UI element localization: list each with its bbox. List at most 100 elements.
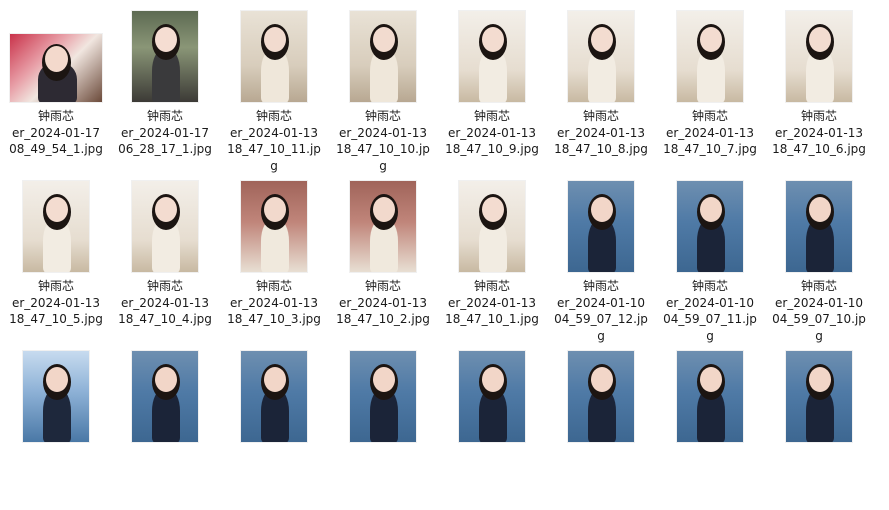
file-item[interactable]: 钟雨芯 er_2024-01-13 18_47_10_1.jpg [440, 180, 544, 340]
file-item[interactable]: 钟雨芯 er_2024-01-13 18_47_10_4.jpg [113, 180, 217, 340]
file-name-label: 钟雨芯 er_2024-01-13 18_47_10_3.jpg [216, 278, 332, 328]
image-thumbnail[interactable] [350, 181, 416, 272]
thumbnail-wrapper [222, 180, 326, 272]
image-thumbnail[interactable] [132, 181, 198, 272]
file-item[interactable]: 钟雨芯 er_2024-01-10 04_59_07_12.jp g [549, 180, 653, 343]
image-thumbnail[interactable] [677, 11, 743, 102]
thumbnail-wrapper [113, 10, 217, 102]
image-thumbnail[interactable] [132, 351, 198, 442]
file-item[interactable] [222, 350, 326, 510]
file-item[interactable] [767, 350, 871, 510]
file-name-line: 钟雨芯 [473, 109, 510, 123]
file-name-line: 钟雨芯 [364, 279, 401, 293]
thumbnail-wrapper [222, 10, 326, 102]
file-name-line: 钟雨芯 [691, 279, 728, 293]
file-name-line: er_2024-01-13 [120, 295, 210, 310]
thumbnail-wrapper [767, 180, 871, 272]
file-name-line: er_2024-01-10 [774, 295, 864, 310]
file-item[interactable]: 钟雨芯 er_2024-01-17 06_28_17_1.jpg [113, 10, 217, 170]
image-thumbnail[interactable] [10, 34, 102, 102]
file-name-line: er_2024-01-13 [229, 295, 319, 310]
image-thumbnail[interactable] [132, 11, 198, 102]
file-item[interactable]: 钟雨芯 er_2024-01-13 18_47_10_11.jp g [222, 10, 326, 173]
file-item[interactable]: 钟雨芯 er_2024-01-13 18_47_10_9.jpg [440, 10, 544, 170]
file-item[interactable]: 钟雨芯 er_2024-01-13 18_47_10_3.jpg [222, 180, 326, 340]
file-name-line: 钟雨芯 [473, 279, 510, 293]
file-name-label: 钟雨芯 er_2024-01-13 18_47_10_8.jpg [543, 108, 659, 158]
file-name-line: 钟雨芯 [800, 279, 837, 293]
file-name-line: er_2024-01-13 [665, 125, 755, 140]
image-thumbnail[interactable] [786, 11, 852, 102]
image-thumbnail[interactable] [568, 11, 634, 102]
file-item[interactable] [4, 350, 108, 510]
file-item[interactable]: 钟雨芯 er_2024-01-13 18_47_10_6.jpg [767, 10, 871, 170]
file-name-line: 06_28_17_1.jpg [118, 142, 212, 156]
file-name-line: 钟雨芯 [691, 109, 728, 123]
file-name-label: 钟雨芯 er_2024-01-13 18_47_10_10.jp g [325, 108, 441, 174]
thumbnail-wrapper [767, 10, 871, 102]
file-item[interactable] [440, 350, 544, 510]
file-name-line: er_2024-01-17 [120, 125, 210, 140]
file-item[interactable]: 钟雨芯 er_2024-01-10 04_59_07_11.jp g [658, 180, 762, 343]
thumbnail-wrapper [440, 180, 544, 272]
file-name-line: 钟雨芯 [582, 109, 619, 123]
file-item[interactable]: 钟雨芯 er_2024-01-13 18_47_10_10.jp g [331, 10, 435, 173]
file-name-line: 钟雨芯 [146, 109, 183, 123]
file-name-label: 钟雨芯 er_2024-01-13 18_47_10_6.jpg [761, 108, 877, 158]
thumbnail-wrapper [440, 10, 544, 102]
image-thumbnail[interactable] [23, 181, 89, 272]
file-item[interactable]: 钟雨芯 er_2024-01-10 04_59_07_10.jp g [767, 180, 871, 343]
image-thumbnail[interactable] [677, 181, 743, 272]
thumbnail-wrapper [331, 350, 435, 442]
image-thumbnail[interactable] [459, 11, 525, 102]
file-name-line: er_2024-01-13 [338, 295, 428, 310]
file-name-line: er_2024-01-10 [556, 295, 646, 310]
file-name-line: 04_59_07_10.jp [772, 312, 866, 326]
image-thumbnail[interactable] [459, 351, 525, 442]
file-name-line: 18_47_10_2.jpg [336, 312, 430, 326]
image-thumbnail[interactable] [568, 181, 634, 272]
thumbnail-wrapper [658, 350, 762, 442]
file-name-line: er_2024-01-13 [338, 125, 428, 140]
file-item[interactable]: 钟雨芯 er_2024-01-13 18_47_10_8.jpg [549, 10, 653, 170]
file-item[interactable] [331, 350, 435, 510]
thumbnail-wrapper [658, 10, 762, 102]
file-name-line: 钟雨芯 [146, 279, 183, 293]
file-item[interactable]: 钟雨芯 er_2024-01-13 18_47_10_5.jpg [4, 180, 108, 340]
file-name-line: er_2024-01-17 [11, 125, 101, 140]
file-item[interactable]: 钟雨芯 er_2024-01-13 18_47_10_2.jpg [331, 180, 435, 340]
thumbnail-wrapper [113, 350, 217, 442]
file-item[interactable]: 钟雨芯 er_2024-01-13 18_47_10_7.jpg [658, 10, 762, 170]
thumbnail-wrapper [331, 180, 435, 272]
image-thumbnail[interactable] [568, 351, 634, 442]
image-thumbnail[interactable] [350, 11, 416, 102]
file-name-line: 04_59_07_12.jp [554, 312, 648, 326]
file-name-line: 18_47_10_8.jpg [554, 142, 648, 156]
image-thumbnail[interactable] [786, 351, 852, 442]
image-thumbnail[interactable] [241, 11, 307, 102]
file-name-label: 钟雨芯 er_2024-01-10 04_59_07_12.jp g [543, 278, 659, 344]
file-name-label: 钟雨芯 er_2024-01-10 04_59_07_10.jp g [761, 278, 877, 344]
file-name-line: er_2024-01-13 [447, 125, 537, 140]
file-name-line: 钟雨芯 [255, 279, 292, 293]
file-name-label: 钟雨芯 er_2024-01-13 18_47_10_9.jpg [434, 108, 550, 158]
image-thumbnail[interactable] [459, 181, 525, 272]
image-thumbnail[interactable] [241, 181, 307, 272]
image-thumbnail[interactable] [23, 351, 89, 442]
image-thumbnail[interactable] [241, 351, 307, 442]
file-item[interactable] [549, 350, 653, 510]
file-name-label: 钟雨芯 er_2024-01-13 18_47_10_5.jpg [0, 278, 114, 328]
file-item[interactable] [658, 350, 762, 510]
image-thumbnail[interactable] [350, 351, 416, 442]
file-name-line: g [270, 158, 278, 173]
file-name-line: 钟雨芯 [255, 109, 292, 123]
image-thumbnail[interactable] [786, 181, 852, 272]
thumbnail-wrapper [767, 350, 871, 442]
file-name-line: 18_47_10_7.jpg [663, 142, 757, 156]
file-name-label: 钟雨芯 er_2024-01-17 08_49_54_1.jpg [0, 108, 114, 158]
image-thumbnail[interactable] [677, 351, 743, 442]
file-item[interactable]: 钟雨芯 er_2024-01-17 08_49_54_1.jpg [4, 10, 108, 170]
file-name-line: er_2024-01-13 [229, 125, 319, 140]
thumbnail-wrapper [658, 180, 762, 272]
file-item[interactable] [113, 350, 217, 510]
